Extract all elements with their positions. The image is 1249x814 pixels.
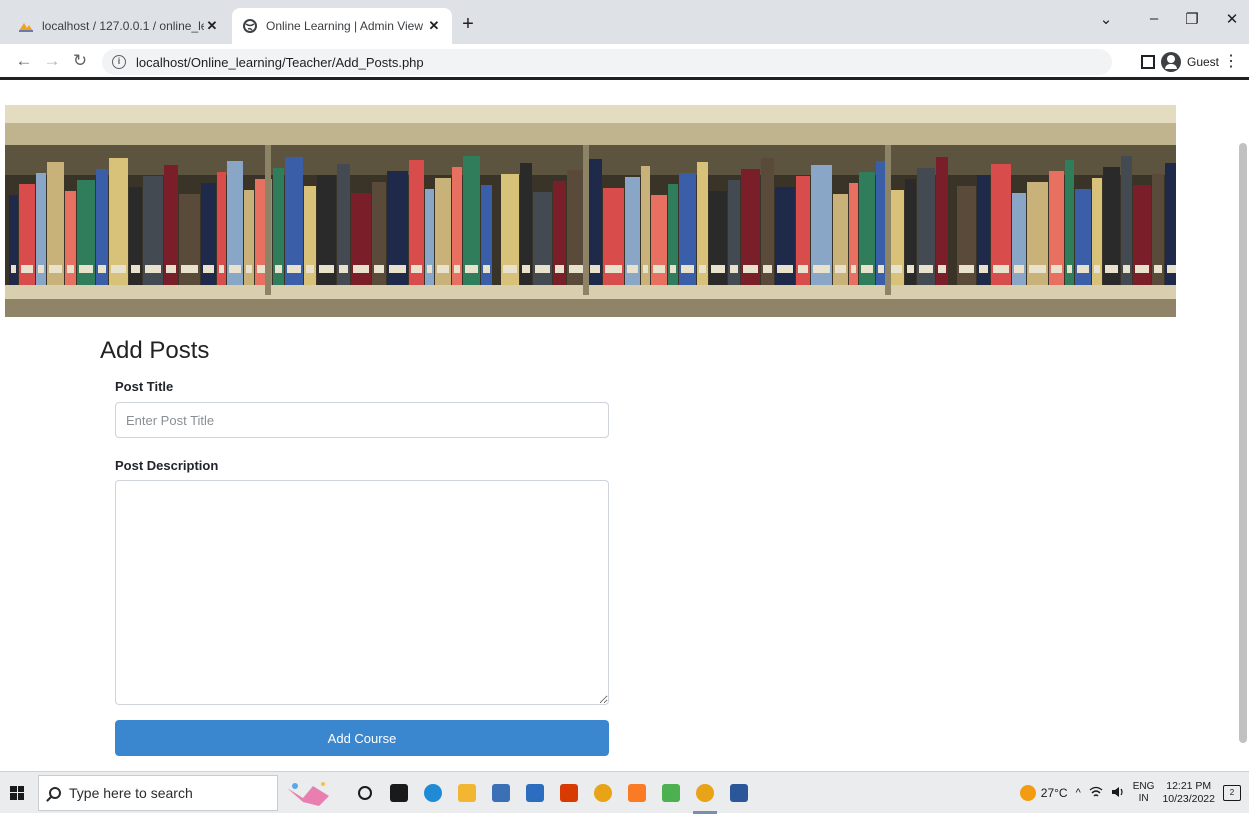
window-close-button[interactable]: ✕ <box>1222 10 1242 28</box>
page-title: Add Posts <box>100 337 210 364</box>
notification-center-icon[interactable]: 2 <box>1223 785 1241 801</box>
side-panel-icon[interactable] <box>1140 55 1155 69</box>
store-icon-glyph <box>492 783 510 802</box>
profile-label[interactable]: Guest <box>1187 55 1219 69</box>
weather-sun-icon <box>1019 785 1036 801</box>
clock-time: 12:21 PM <box>1166 780 1212 792</box>
task-view-icon[interactable] <box>382 772 416 814</box>
tab-title: Online Learning | Admin View Te <box>266 19 426 33</box>
word-icon-glyph <box>730 783 748 802</box>
back-button[interactable]: ← <box>14 51 34 71</box>
chrome-active-icon-glyph <box>696 783 714 802</box>
close-tab-icon[interactable]: ✕ <box>426 18 442 34</box>
show-hidden-icons-icon[interactable]: ^ <box>1076 787 1081 799</box>
xampp-icon[interactable] <box>620 772 654 814</box>
minimize-button[interactable]: – <box>1144 10 1164 27</box>
notepad-icon[interactable] <box>654 772 688 814</box>
page-content: Add Posts Post Title Post Description Ad… <box>0 83 1249 771</box>
page-scrollbar[interactable] <box>1239 143 1247 743</box>
file-explorer-icon-glyph <box>458 783 476 802</box>
browser-toolbar: ← → ↻ i localhost/Online_learning/Teache… <box>0 44 1249 80</box>
notepad-icon-glyph <box>662 783 680 802</box>
volume-icon[interactable] <box>1111 786 1125 801</box>
add-course-button[interactable]: Add Course <box>115 720 609 756</box>
edge-icon[interactable] <box>416 772 450 814</box>
system-tray: 27°C ^ ENG IN 12:21 PM 10/23/2022 2 <box>1019 772 1249 814</box>
address-bar[interactable]: i localhost/Online_learning/Teacher/Add_… <box>102 49 1112 75</box>
cortana-icon-glyph <box>358 785 372 800</box>
language-code: ENG <box>1132 781 1155 792</box>
office-icon-glyph <box>560 783 578 802</box>
weather-temperature: 27°C <box>1040 786 1068 800</box>
post-title-label: Post Title <box>115 379 174 394</box>
taskbar-search-placeholder: Type here to search <box>69 784 193 801</box>
post-description-label: Post Description <box>115 458 219 473</box>
search-highlight-icon[interactable] <box>278 772 338 814</box>
phpmyadmin-icon <box>18 18 34 34</box>
clock-date: 10/23/2022 <box>1162 793 1215 805</box>
pinned-apps <box>348 772 756 814</box>
tab-search-icon[interactable]: ⌄ <box>1096 10 1116 28</box>
clock[interactable]: 12:21 PM 10/23/2022 <box>1162 780 1215 806</box>
profile-area: Guest <box>1140 50 1219 74</box>
edge-icon-glyph <box>424 783 442 802</box>
network-icon[interactable] <box>1089 786 1103 801</box>
word-icon[interactable] <box>722 772 756 814</box>
tab-online-learning[interactable]: Online Learning | Admin View Te ✕ <box>232 8 452 44</box>
site-info-icon[interactable]: i <box>112 55 126 69</box>
restore-button[interactable]: ❐ <box>1182 10 1202 28</box>
task-view-icon-glyph <box>390 783 408 802</box>
browser-tab-strip: localhost / 127.0.0.1 / online_lea ✕ Onl… <box>0 0 1249 44</box>
reload-button[interactable]: ↻ <box>70 51 90 71</box>
store-icon[interactable] <box>484 772 518 814</box>
post-title-input[interactable] <box>115 402 609 438</box>
tab-title: localhost / 127.0.0.1 / online_lea <box>42 19 204 33</box>
weather-widget[interactable]: 27°C <box>1019 785 1068 801</box>
forward-button[interactable]: → <box>42 51 62 71</box>
region-code: IN <box>1138 793 1149 804</box>
address-url: localhost/Online_learning/Teacher/Add_Po… <box>136 54 424 70</box>
file-explorer-icon[interactable] <box>450 772 484 814</box>
cortana-icon[interactable] <box>348 772 382 814</box>
windows-logo-icon <box>10 785 24 800</box>
chrome-active-icon[interactable] <box>688 772 722 814</box>
chrome-icon[interactable] <box>586 772 620 814</box>
taskbar-search-box[interactable]: Type here to search <box>38 774 278 811</box>
start-button[interactable] <box>0 772 34 814</box>
profile-avatar-icon[interactable] <box>1160 52 1181 72</box>
office-icon[interactable] <box>552 772 586 814</box>
search-icon <box>49 786 61 799</box>
library-banner-image <box>5 105 1176 317</box>
globe-icon <box>242 18 258 34</box>
windows-taskbar: Type here to search 27°C ^ ENG IN 12:21 … <box>0 771 1249 814</box>
language-indicator[interactable]: ENG IN <box>1133 781 1155 805</box>
tab-phpmyadmin[interactable]: localhost / 127.0.0.1 / online_lea ✕ <box>8 8 230 44</box>
xampp-icon-glyph <box>628 783 646 802</box>
close-tab-icon[interactable]: ✕ <box>204 18 220 34</box>
mail-icon[interactable] <box>518 772 552 814</box>
chrome-icon-glyph <box>594 783 612 802</box>
post-description-textarea[interactable] <box>115 480 609 705</box>
new-tab-button[interactable]: + <box>458 14 478 34</box>
browser-menu-icon[interactable]: ⋮ <box>1223 54 1239 70</box>
mail-icon-glyph <box>526 783 544 802</box>
